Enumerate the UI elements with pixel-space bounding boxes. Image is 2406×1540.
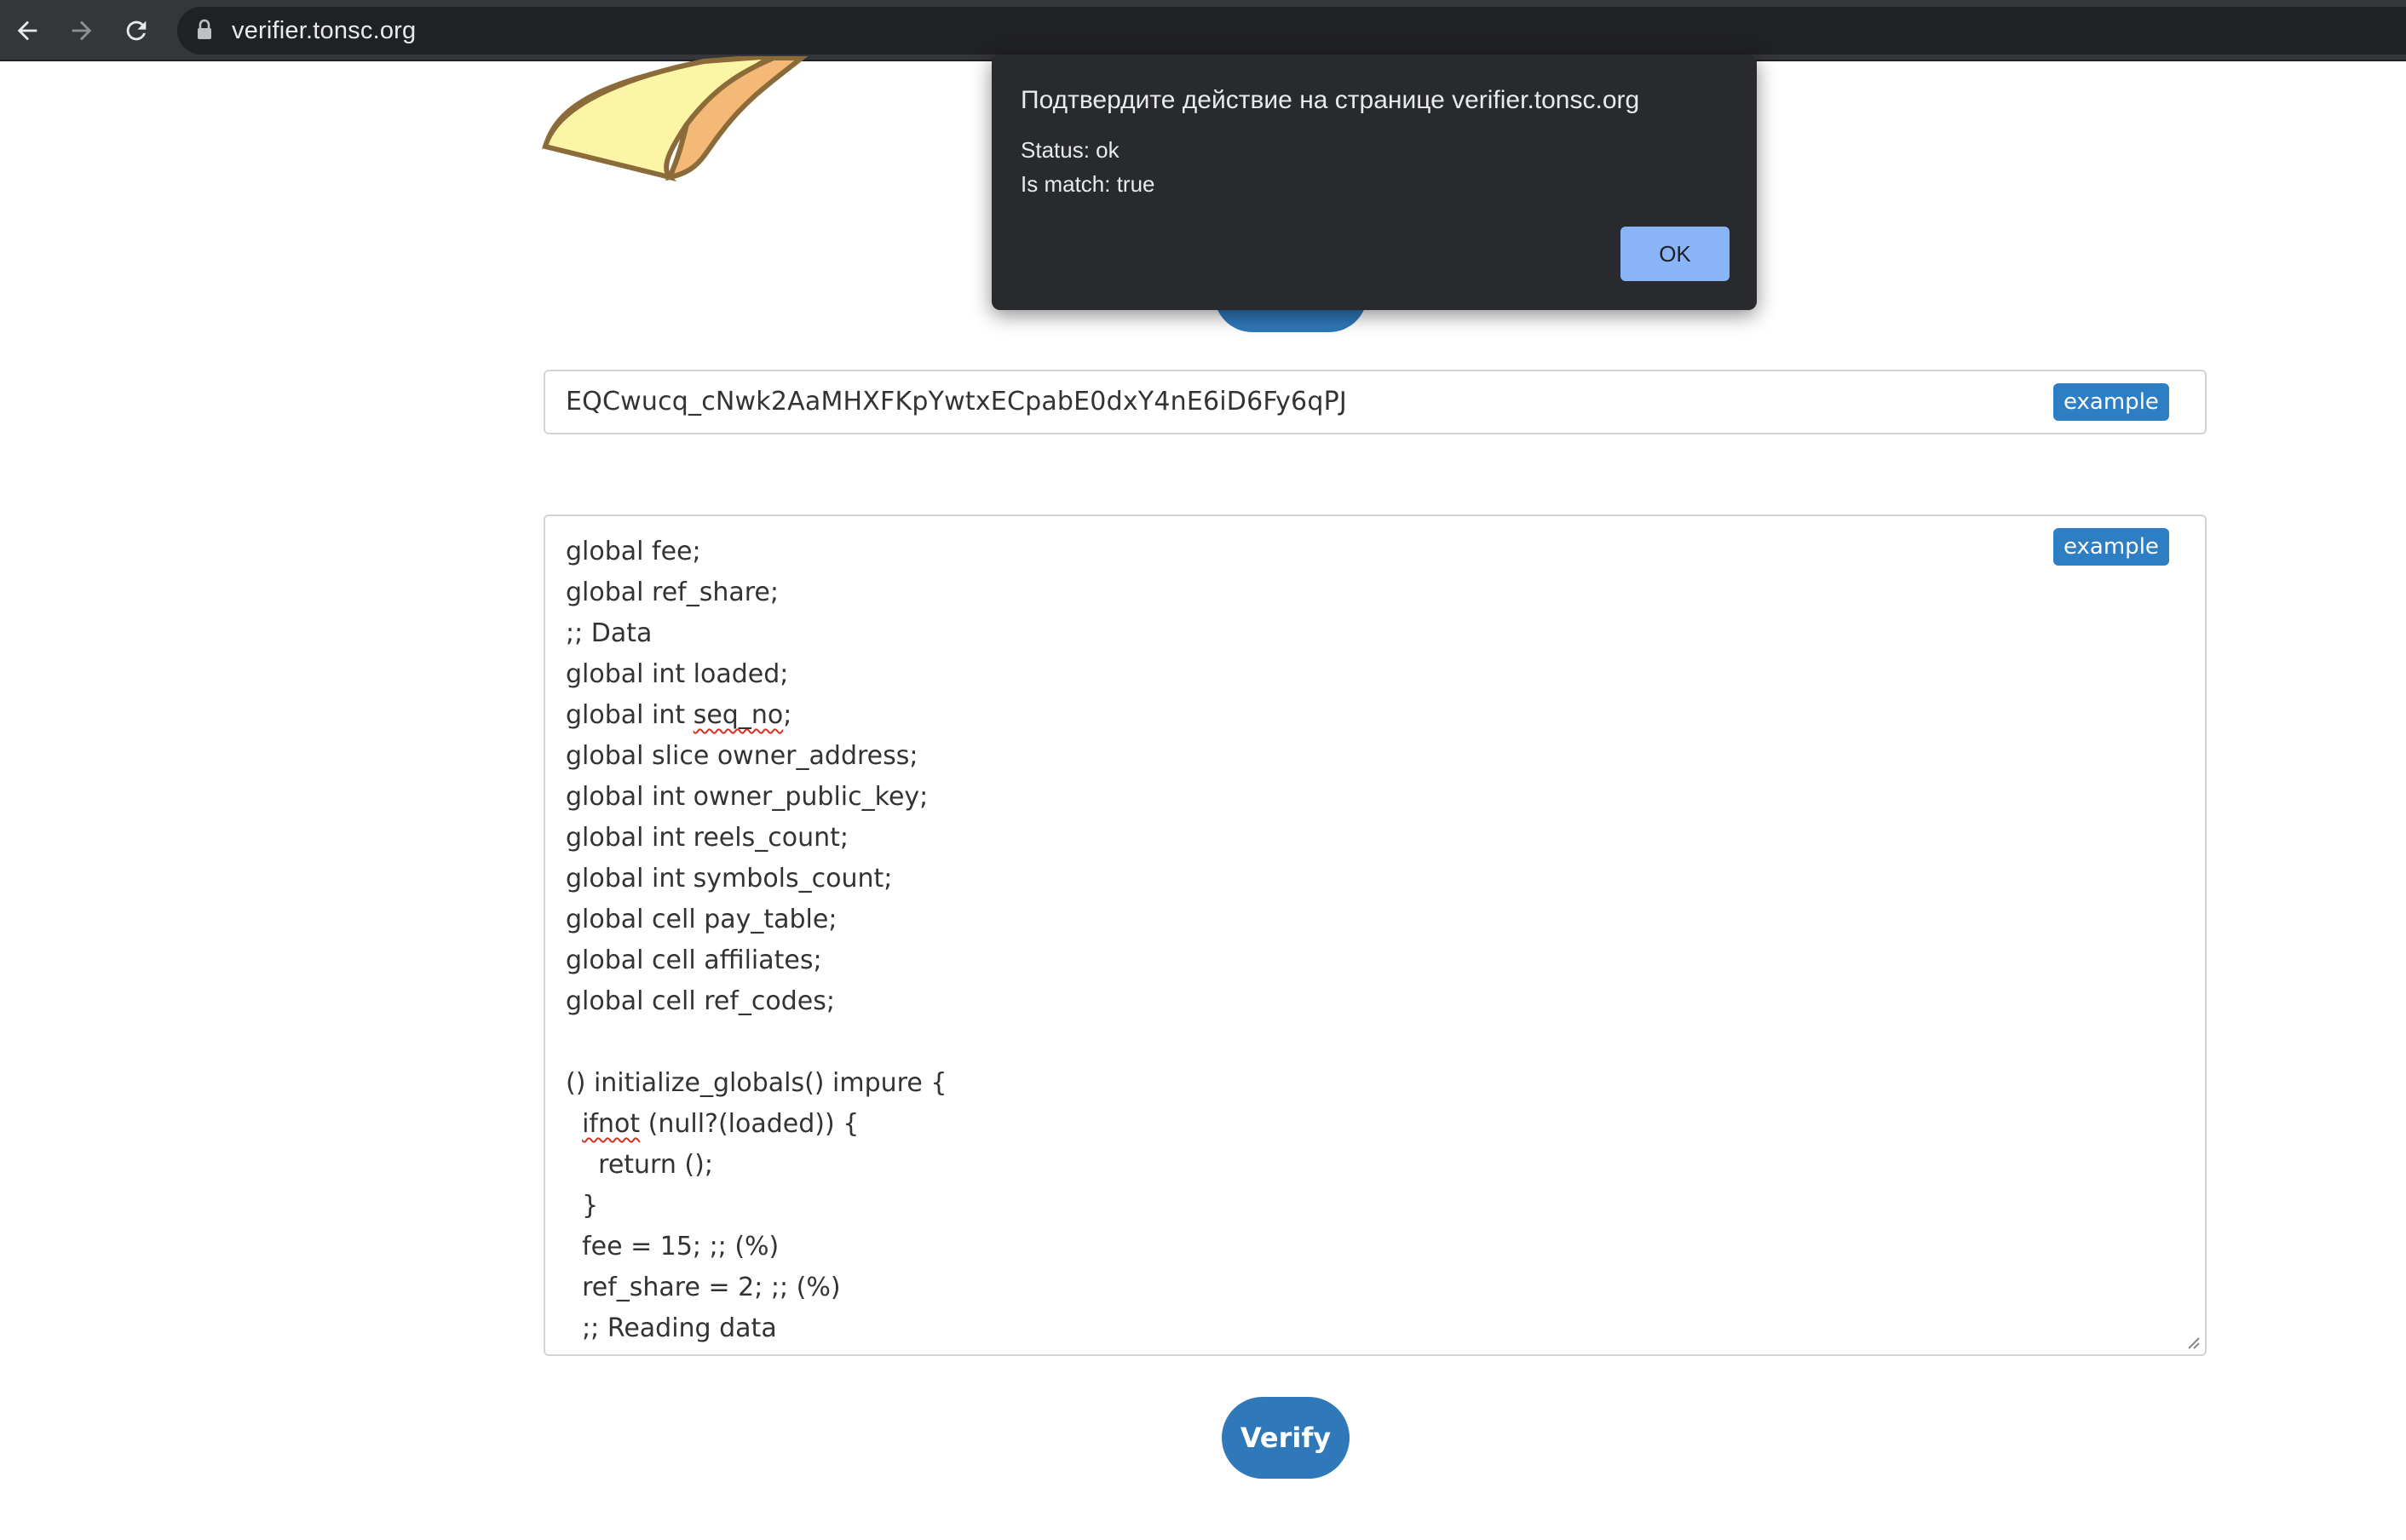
code-line: global cell ref_codes;	[566, 986, 835, 1016]
reload-button[interactable]	[114, 9, 158, 53]
address-example-button[interactable]: example	[2053, 383, 2169, 421]
contract-address-value: EQCwucq_cNwk2AaMHXFKpYwtxECpabE0dxY4nE6i…	[566, 387, 1347, 417]
browser-toolbar: verifier.tonsc.org	[0, 0, 2406, 61]
back-button[interactable]	[5, 9, 49, 53]
code-line: global ref_share;	[566, 578, 779, 607]
code-line: global slice owner_address;	[566, 741, 918, 771]
dialog-status-text: Status: ok	[1021, 137, 1120, 163]
spellcheck-word: seq_no	[693, 700, 784, 730]
code-line: fee = 15; ;; (%)	[566, 1232, 780, 1261]
forward-button[interactable]	[60, 9, 104, 53]
code-line: return ();	[566, 1150, 713, 1180]
dialog-title: Подтвердите действие на странице verifie…	[1021, 86, 1640, 114]
arrow-right-icon	[72, 20, 92, 41]
contract-address-input[interactable]: EQCwucq_cNwk2AaMHXFKpYwtxECpabE0dxY4nE6i…	[544, 370, 2207, 434]
dialog-match-text: Is match: true	[1021, 171, 1155, 197]
dialog-ok-button[interactable]: OK	[1620, 227, 1730, 281]
resize-handle-icon[interactable]	[2184, 1334, 2200, 1349]
code-line: global int reels_count;	[566, 823, 849, 853]
source-code-textarea[interactable]: example global fee; global ref_share; ;;…	[544, 514, 2207, 1356]
code-line: ref_share = 2; ;; (%)	[566, 1273, 841, 1302]
code-line: global int owner_public_key;	[566, 782, 929, 812]
code-line: ifnot (null?(loaded)) {	[582, 1109, 860, 1139]
reload-icon	[126, 20, 147, 41]
verify-button[interactable]: Verify	[1222, 1397, 1350, 1479]
code-line: ;; Data	[566, 618, 653, 648]
code-line: global int seq_no;	[566, 700, 792, 730]
code-line: global int loaded;	[566, 659, 789, 689]
code-example-button[interactable]: example	[2053, 528, 2169, 566]
code-line: () initialize_globals() impure {	[566, 1068, 947, 1098]
code-line: }	[566, 1191, 599, 1221]
code-line: ;; Reading data	[566, 1313, 777, 1343]
address-bar[interactable]: verifier.tonsc.org	[177, 7, 2406, 55]
url-text: verifier.tonsc.org	[232, 17, 417, 44]
code-lines: global fee; global ref_share; ;; Data gl…	[566, 532, 947, 1349]
alert-dialog: Подтвердите действие на странице verifie…	[992, 55, 1757, 310]
code-line: global cell pay_table;	[566, 905, 837, 934]
logo	[542, 56, 809, 182]
arrow-left-icon	[17, 20, 37, 41]
code-line: global fee;	[566, 537, 701, 566]
code-line: global cell affiliates;	[566, 945, 822, 975]
code-line: global int symbols_count;	[566, 864, 893, 894]
lock-icon	[198, 19, 211, 39]
spellcheck-word: ifnot	[582, 1109, 641, 1139]
